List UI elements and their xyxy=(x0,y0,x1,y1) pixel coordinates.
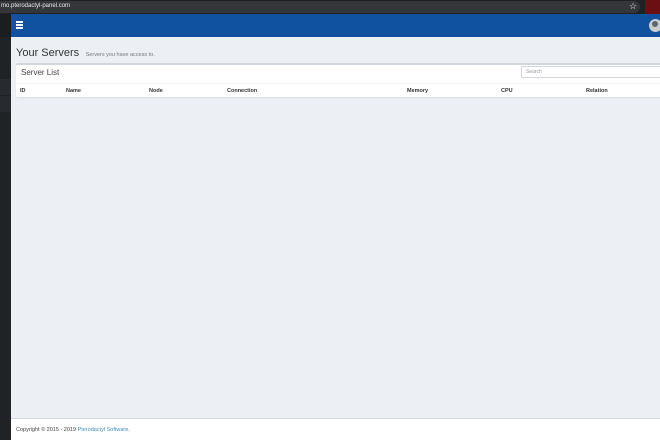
footer-link[interactable]: Pterodactyl Software xyxy=(78,427,129,433)
page-title: Your Servers Servers you have access to. xyxy=(16,43,155,61)
sidebar-item[interactable] xyxy=(0,79,11,95)
server-list-box: Server List ID Name Node Connection Memo… xyxy=(16,63,660,97)
bookmark-star-icon[interactable]: ☆ xyxy=(629,1,637,12)
url-text: mo.pterodactyl-panel.com xyxy=(1,3,71,9)
column-relation: Relation xyxy=(586,88,608,94)
sidebar-logo-area xyxy=(0,14,11,37)
page-subtitle: Servers you have access to. xyxy=(85,52,155,58)
sidebar xyxy=(0,14,11,440)
browser-toolbar: mo.pterodactyl-panel.com ☆ xyxy=(0,0,660,14)
copyright-suffix: . xyxy=(128,427,130,433)
table-header: ID Name Node Connection Memory CPU Relat… xyxy=(16,83,660,97)
column-cpu: CPU xyxy=(501,88,513,94)
column-id: ID xyxy=(20,88,26,94)
avatar[interactable] xyxy=(649,19,660,32)
hamburger-icon[interactable] xyxy=(16,21,23,29)
server-list-title: Server List xyxy=(21,68,60,77)
main-content: Your Servers Servers you have access to.… xyxy=(11,37,660,418)
footer-text: Copyright © 2015 - 2019 Pterodactyl Soft… xyxy=(16,427,130,433)
app-header xyxy=(11,14,660,37)
column-name: Name xyxy=(66,88,81,94)
extension-icon[interactable] xyxy=(645,0,660,14)
column-memory: Memory xyxy=(407,88,429,94)
page-title-text: Your Servers xyxy=(16,47,80,59)
sidebar-item[interactable] xyxy=(0,96,11,112)
search-input[interactable] xyxy=(521,66,660,78)
footer: Copyright © 2015 - 2019 Pterodactyl Soft… xyxy=(11,418,660,440)
copyright-text: Copyright © 2015 - 2019 xyxy=(16,427,78,433)
address-bar[interactable]: mo.pterodactyl-panel.com xyxy=(0,1,640,13)
column-connection: Connection xyxy=(227,88,258,94)
column-node: Node xyxy=(149,88,163,94)
